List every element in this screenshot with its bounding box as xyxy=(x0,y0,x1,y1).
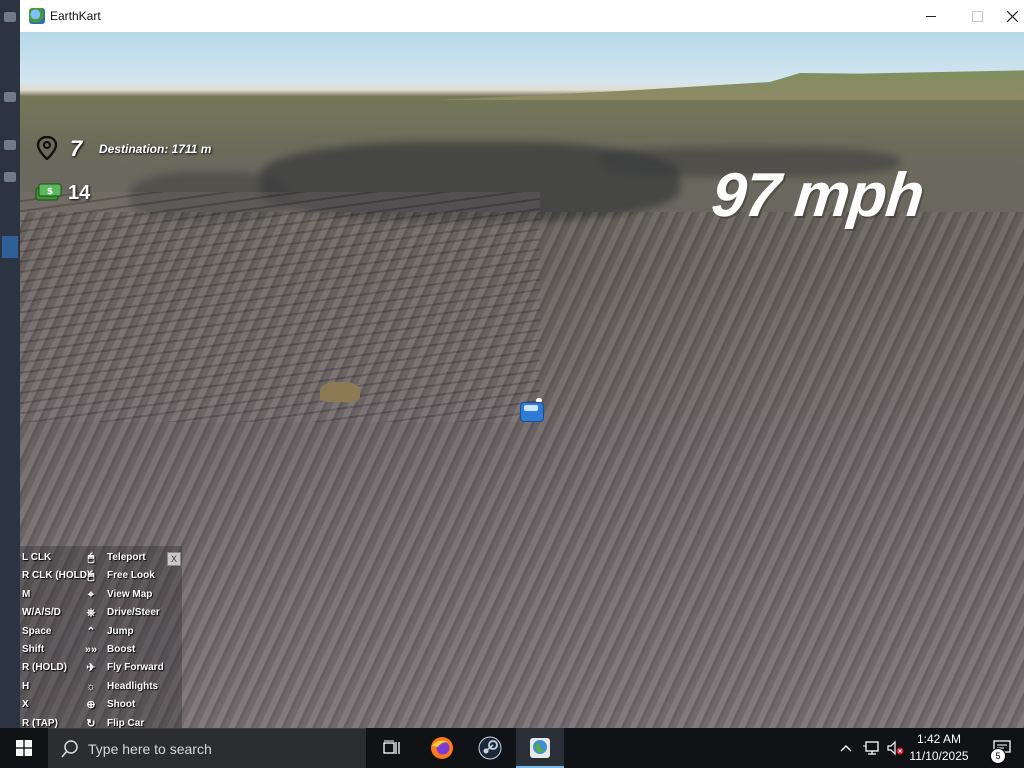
control-row: W/A/S/D ⎈ Drive/Steer xyxy=(20,604,182,622)
control-key: M xyxy=(22,588,31,600)
task-view-button[interactable] xyxy=(368,728,416,768)
task-view-icon xyxy=(383,740,400,754)
earthkart-icon xyxy=(530,738,550,758)
minimize-icon xyxy=(926,15,936,17)
search-box[interactable]: Type here to search xyxy=(48,728,366,768)
taskbar: Type here to search 1:42 AM 11/10/2025 5 xyxy=(0,728,1024,768)
steering-wheel-icon: ⎈ xyxy=(86,607,96,620)
control-row: R (HOLD) ✈ Fly Forward xyxy=(20,659,182,677)
fly-icon: ✈ xyxy=(86,662,96,675)
controls-panel: X L CLK 🖱 Teleport R CLK (HOLD) 🖱 Free Look M ⌖… xyxy=(20,546,182,728)
speedometer: 97 mph xyxy=(708,161,927,230)
maximize-button[interactable] xyxy=(954,0,1000,32)
cash-icon: $ xyxy=(35,183,62,201)
clock-time: 1:42 AM xyxy=(916,732,962,746)
money-counter: 14 xyxy=(68,182,91,204)
control-action: View Map xyxy=(107,588,153,600)
start-button[interactable] xyxy=(0,728,48,768)
clock[interactable]: 1:42 AM 11/10/2025 xyxy=(904,731,974,765)
svg-text:$: $ xyxy=(47,187,53,197)
close-button[interactable] xyxy=(1000,0,1024,32)
earthkart-taskbar-button[interactable] xyxy=(516,728,564,768)
control-row: R (TAP) ↻ Flip Car xyxy=(20,715,182,728)
firefox-icon xyxy=(431,737,453,759)
control-action: Shoot xyxy=(107,699,136,711)
hay-bale xyxy=(320,382,360,402)
control-row: Shift »» Boost xyxy=(20,641,182,659)
control-key: R (TAP) xyxy=(22,717,58,728)
map-icon: ⌖ xyxy=(87,588,95,601)
control-row: X ⊕ Shoot xyxy=(20,696,182,714)
chevron-up-icon xyxy=(840,745,852,752)
control-key: W/A/S/D xyxy=(22,607,61,619)
minimize-button[interactable] xyxy=(908,0,954,32)
control-action: Fly Forward xyxy=(107,662,164,674)
control-key: H xyxy=(22,680,30,692)
desktop-icon xyxy=(4,140,16,150)
volume-muted-icon xyxy=(887,740,904,756)
flip-icon: ↻ xyxy=(86,717,96,728)
game-viewport[interactable]: 7 Destination: 1711 m $ 14 97 mph X L CL… xyxy=(20,32,1024,728)
control-row: M ⌖ View Map xyxy=(20,586,182,604)
search-icon xyxy=(61,740,78,758)
control-key: Space xyxy=(22,625,52,637)
control-key: R CLK (HOLD) xyxy=(22,570,91,582)
mouse-right-icon: 🖱 xyxy=(87,570,95,583)
headlights-icon: ☼ xyxy=(85,680,97,693)
mouse-left-icon: 🖱 xyxy=(87,552,95,564)
control-key: Shift xyxy=(22,644,45,655)
notification-count-badge: 5 xyxy=(990,748,1006,764)
network-icon xyxy=(863,741,879,755)
kart-windshield xyxy=(524,405,538,411)
control-action: Drive/Steer xyxy=(107,607,160,619)
control-key: R (HOLD) xyxy=(22,662,67,674)
desktop-icon xyxy=(4,92,16,102)
desktop-icon xyxy=(4,172,16,182)
control-key: L CLK xyxy=(22,552,52,563)
level-counter: 7 xyxy=(70,136,83,161)
search-placeholder: Type here to search xyxy=(88,741,212,757)
maximize-icon xyxy=(971,10,983,22)
app-window: EarthKart 7 Destination: 1711 m $ 14 97 … xyxy=(20,0,1024,728)
title-bar[interactable]: EarthKart xyxy=(20,0,1024,32)
close-icon xyxy=(1006,10,1018,22)
earthkart-app-icon xyxy=(29,8,45,24)
control-key: X xyxy=(22,699,29,711)
control-action: Teleport xyxy=(107,552,146,563)
control-row: H ☼ Headlights xyxy=(20,678,182,696)
control-row: L CLK 🖱 Teleport xyxy=(20,549,182,567)
control-row: R CLK (HOLD) 🖱 Free Look xyxy=(20,567,182,585)
location-pin-icon xyxy=(36,136,58,160)
network-button[interactable] xyxy=(860,728,882,768)
desktop-background xyxy=(0,0,20,728)
clock-date: 11/10/2025 xyxy=(909,749,969,763)
control-action: Boost xyxy=(107,644,136,655)
control-action: Jump xyxy=(107,625,134,637)
player-kart xyxy=(520,398,544,422)
destination-distance: Destination: 1711 m xyxy=(99,142,212,156)
boost-chevrons-icon: »» xyxy=(84,644,98,656)
control-action: Headlights xyxy=(107,680,159,692)
control-action: Free Look xyxy=(107,570,155,582)
steam-icon xyxy=(478,736,502,760)
control-row: Space ⌃ Jump xyxy=(20,623,182,641)
jump-icon: ⌃ xyxy=(86,625,96,638)
desktop-selection xyxy=(2,236,18,258)
steam-button[interactable] xyxy=(466,728,514,768)
volume-button[interactable] xyxy=(884,728,906,768)
crosshair-icon: ⊕ xyxy=(86,699,96,712)
firefox-button[interactable] xyxy=(418,728,466,768)
windows-logo-icon xyxy=(16,740,32,756)
desktop-icon xyxy=(4,12,16,22)
window-title: EarthKart xyxy=(50,9,101,23)
show-hidden-icons-button[interactable] xyxy=(836,728,856,768)
control-action: Flip Car xyxy=(107,717,145,728)
